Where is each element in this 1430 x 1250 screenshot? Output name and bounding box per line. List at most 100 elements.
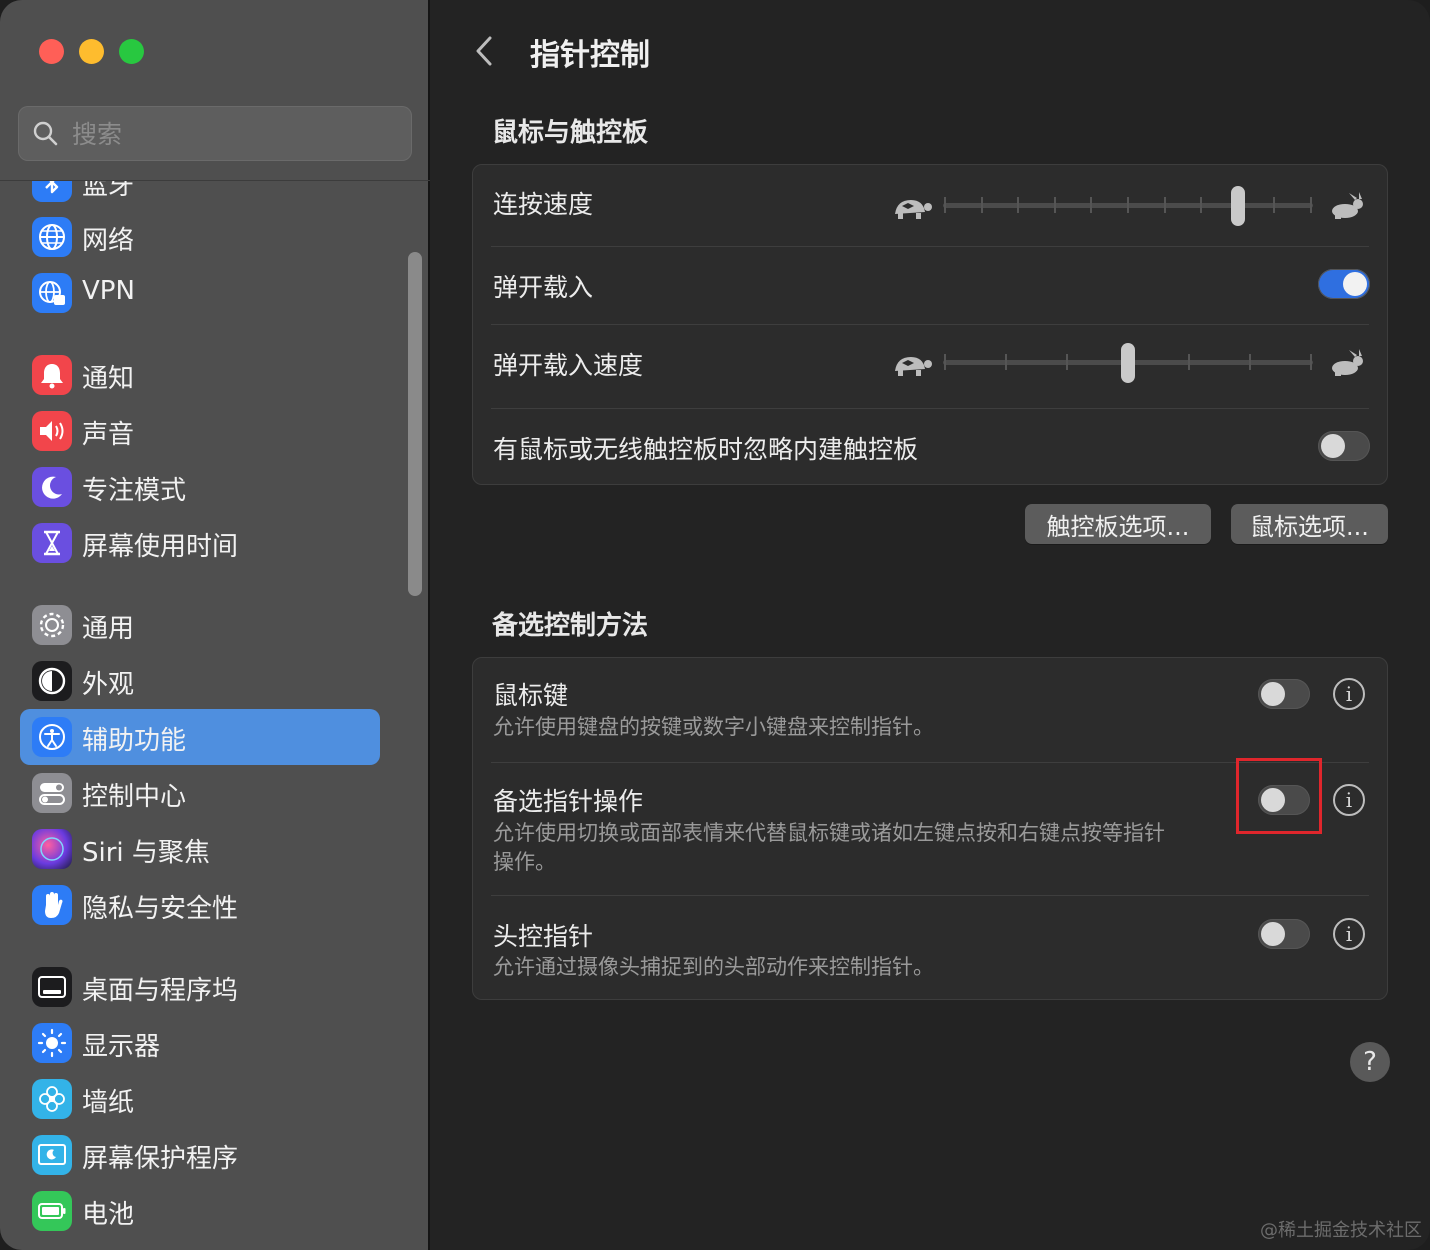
dock-icon [32, 967, 72, 1007]
double-click-speed-label: 连按速度 [493, 190, 594, 219]
spring-loading-speed-label: 弹开载入速度 [493, 351, 644, 380]
sidebar-item-label: 网络 [82, 226, 135, 256]
sidebar-scrollbar[interactable] [408, 252, 422, 596]
settings-window: 蓝牙 网络 VPN 通知 [0, 0, 1430, 1250]
sidebar-item-privacy[interactable]: 隐私与安全性 [20, 877, 380, 933]
search-icon [33, 121, 58, 146]
row-separator [491, 408, 1369, 409]
switches-icon [32, 773, 72, 813]
sidebar-item-focus[interactable]: 专注模式 [20, 459, 380, 515]
head-pointer-toggle[interactable] [1258, 919, 1310, 949]
alt-pointer-info-icon[interactable]: i [1333, 784, 1365, 816]
sidebar-item-label: 蓝牙 [82, 181, 135, 201]
sidebar-item-label: 控制中心 [82, 782, 187, 812]
bluetooth-icon [32, 181, 72, 202]
sidebar-item-notifications[interactable]: 通知 [20, 347, 380, 403]
sidebar-list: 蓝牙 网络 VPN 通知 声音 专注模式 屏幕使用时间 通用 外观 辅助功能 控… [0, 181, 430, 1250]
sidebar-item-label: 通用 [82, 614, 135, 644]
slider-tick [1249, 354, 1251, 370]
alt-pointer-label: 备选指针操作 [493, 787, 644, 816]
sidebar-item-label: 墙纸 [82, 1088, 135, 1118]
flower-icon [32, 1079, 72, 1119]
sidebar-item-desktop-dock[interactable]: 桌面与程序坞 [20, 959, 380, 1015]
slider-tick [944, 354, 946, 370]
back-chevron-icon[interactable] [472, 34, 496, 68]
row-separator [491, 324, 1369, 325]
speaker-icon [32, 411, 72, 451]
sidebar-item-screen-time[interactable]: 屏幕使用时间 [20, 515, 380, 571]
sidebar-item-displays[interactable]: 显示器 [20, 1015, 380, 1071]
accessibility-icon [32, 717, 72, 757]
slider-tick [1053, 197, 1056, 213]
sidebar-item-label: 声音 [82, 420, 135, 450]
sidebar-item-label: 显示器 [82, 1032, 161, 1062]
vpn-globe-icon [32, 273, 72, 313]
head-pointer-description: 允许通过摄像头捕捉到的头部动作来控制指针。 [493, 955, 934, 979]
sidebar-item-screen-saver[interactable]: 屏幕保护程序 [20, 1127, 380, 1183]
sidebar-item-network[interactable]: 网络 [20, 209, 380, 265]
double-click-speed-slider[interactable] [889, 186, 1367, 226]
turtle-icon [895, 357, 932, 376]
spring-loading-speed-slider[interactable] [889, 343, 1367, 383]
slider-tick [944, 197, 946, 213]
slider-tick [1310, 197, 1312, 213]
help-button[interactable]: ? [1350, 1042, 1390, 1082]
hourglass-icon [32, 523, 72, 563]
turtle-icon [895, 200, 932, 219]
sidebar-item-accessibility[interactable]: 辅助功能 [20, 709, 380, 765]
trackpad-options-button[interactable]: 触控板选项... [1025, 504, 1211, 544]
sidebar-item-label: 屏幕保护程序 [82, 1144, 239, 1174]
slider-tick [1017, 197, 1020, 213]
sidebar-item-sound[interactable]: 声音 [20, 403, 380, 459]
sidebar-item-control-center[interactable]: 控制中心 [20, 765, 380, 821]
ignore-trackpad-toggle[interactable] [1318, 431, 1370, 461]
sidebar-item-label: Siri 与聚焦 [82, 838, 210, 868]
mouse-trackpad-card: 连按速度 弹开载入 弹开载入速度 有鼠标或无线触控板时忽略内建触控板 [472, 164, 1388, 485]
slider-thumb[interactable] [1121, 343, 1135, 383]
section-title-alternate-control: 备选控制方法 [492, 611, 649, 641]
slider-tick [1090, 197, 1093, 213]
slider-tick [1188, 354, 1190, 370]
battery-icon [32, 1191, 72, 1231]
sidebar-item-appearance[interactable]: 外观 [20, 653, 380, 709]
sidebar-item-wallpaper[interactable]: 墙纸 [20, 1071, 380, 1127]
zoom-button[interactable] [119, 39, 144, 64]
slider-tick [1163, 197, 1166, 213]
page-title: 指针控制 [530, 38, 650, 73]
mouse-keys-toggle[interactable] [1258, 679, 1310, 709]
close-button[interactable] [39, 39, 64, 64]
search-input[interactable] [70, 114, 394, 154]
sidebar: 蓝牙 网络 VPN 通知 [0, 0, 430, 1250]
spring-loading-label: 弹开载入 [493, 273, 594, 302]
sidebar-item-label: 专注模式 [82, 476, 187, 506]
sidebar-item-siri[interactable]: Siri 与聚焦 [20, 821, 380, 877]
row-separator [491, 246, 1369, 247]
mouse-keys-info-icon[interactable]: i [1333, 678, 1365, 710]
head-pointer-info-icon[interactable]: i [1333, 918, 1365, 950]
slider-thumb[interactable] [1230, 186, 1245, 226]
watermark: @稀土掘金技术社区 [1260, 1220, 1422, 1241]
slider-tick [1310, 354, 1312, 370]
rabbit-icon [1332, 192, 1363, 219]
mouse-keys-description: 允许使用键盘的按键或数字小键盘来控制指针。 [493, 715, 934, 739]
spring-loading-toggle[interactable] [1318, 269, 1370, 299]
ignore-trackpad-label: 有鼠标或无线触控板时忽略内建触控板 [493, 435, 919, 464]
rabbit-icon [1332, 349, 1363, 376]
bell-icon [32, 355, 72, 395]
search-field[interactable] [18, 106, 412, 161]
sidebar-item-label: 外观 [82, 670, 135, 700]
sidebar-item-battery[interactable]: 电池 [20, 1183, 380, 1239]
sidebar-item-vpn[interactable]: VPN [20, 265, 380, 321]
mouse-keys-label: 鼠标键 [493, 681, 569, 710]
slider-tick [1127, 197, 1129, 213]
sun-icon [32, 1023, 72, 1063]
slider-tick [1005, 354, 1007, 370]
sidebar-item-label: 隐私与安全性 [82, 894, 239, 924]
sidebar-item-label: 辅助功能 [82, 726, 187, 756]
slider-tick [1200, 197, 1203, 213]
screensaver-icon [32, 1135, 72, 1175]
mouse-options-button[interactable]: 鼠标选项... [1231, 504, 1388, 544]
minimize-button[interactable] [79, 39, 104, 64]
sidebar-item-general[interactable]: 通用 [20, 597, 380, 653]
sidebar-item-bluetooth[interactable]: 蓝牙 [20, 181, 380, 210]
